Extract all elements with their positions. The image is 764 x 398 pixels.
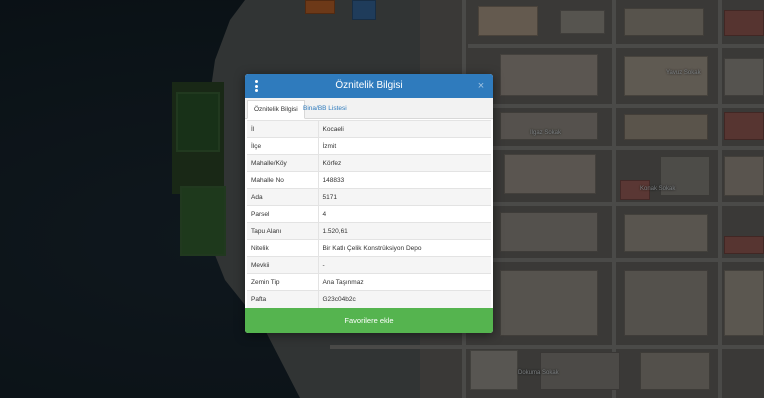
attribute-key: Pafta <box>247 290 319 308</box>
attribute-value: 148833 <box>318 171 491 189</box>
attribute-key: İlçe <box>247 137 319 155</box>
table-row: Mahalle/Köy Körfez <box>247 154 491 172</box>
attribute-key: Ada <box>247 188 319 206</box>
attribute-key: Mevkii <box>247 256 319 274</box>
dialog-tabs: Öznitelik Bilgisi Bina/BB Listesi <box>245 98 493 119</box>
table-row: Mahalle No 148833 <box>247 171 491 189</box>
attribute-value: G23c04b2c <box>318 290 491 308</box>
attribute-info-dialog: Öznitelik Bilgisi × Öznitelik Bilgisi Bi… <box>245 74 493 333</box>
attribute-value: 1.520,61 <box>318 222 491 240</box>
table-row: İl Kocaeli <box>247 120 491 138</box>
table-row: Mevkii - <box>247 256 491 274</box>
attribute-key: Zemin Tip <box>247 273 319 291</box>
tab-building-list[interactable]: Bina/BB Listesi <box>297 100 353 119</box>
table-row: Tapu Alanı 1.520,61 <box>247 222 491 240</box>
attribute-value: İzmit <box>318 137 491 155</box>
table-row: Parsel 4 <box>247 205 491 223</box>
attribute-key: Mahalle/Köy <box>247 154 319 172</box>
table-row: Pafta G23c04b2c <box>247 290 491 308</box>
table-row: Ada 5171 <box>247 188 491 206</box>
attribute-key: Nitelik <box>247 239 319 257</box>
close-icon[interactable]: × <box>475 79 487 93</box>
attribute-value: 5171 <box>318 188 491 206</box>
table-row: İlçe İzmit <box>247 137 491 155</box>
attribute-key: İl <box>247 120 319 138</box>
attribute-table: İl Kocaeli İlçe İzmit Mahalle/Köy Körfez Ma… <box>247 120 491 308</box>
attribute-value: Ana Taşınmaz <box>318 273 491 291</box>
add-to-favorites-button[interactable]: Favorilere ekle <box>245 308 493 333</box>
attribute-value: - <box>318 256 491 274</box>
attribute-key: Mahalle No <box>247 171 319 189</box>
attribute-key: Parsel <box>247 205 319 223</box>
table-row: Zemin Tip Ana Taşınmaz <box>247 273 491 291</box>
attribute-value: 4 <box>318 205 491 223</box>
attribute-value: Kocaeli <box>318 120 491 138</box>
attribute-value: Körfez <box>318 154 491 172</box>
dialog-title: Öznitelik Bilgisi <box>335 80 403 91</box>
attribute-key: Tapu Alanı <box>247 222 319 240</box>
attribute-value: Bir Katlı Çelik Konstrüksiyon Depo <box>318 239 491 257</box>
table-row: Nitelik Bir Katlı Çelik Konstrüksiyon Dep… <box>247 239 491 257</box>
dialog-header: Öznitelik Bilgisi × <box>245 74 493 98</box>
kebab-menu-icon[interactable] <box>253 80 261 92</box>
